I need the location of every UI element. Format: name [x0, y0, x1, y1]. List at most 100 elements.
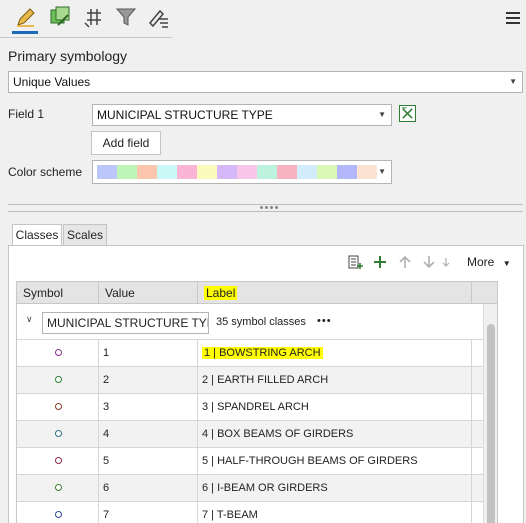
- symbol-classes-table: Symbol Value Label ∨ MUNICIPAL STRUCTURE…: [16, 281, 498, 523]
- color-scheme-dropdown[interactable]: ▼: [92, 160, 392, 184]
- renderer-dropdown[interactable]: Unique Values ▼: [8, 71, 523, 93]
- label-cell[interactable]: 4 | BOX BEAMS OF GIRDERS: [198, 421, 472, 447]
- column-header-label-text: Label: [204, 286, 238, 300]
- tab-classes[interactable]: Classes: [12, 224, 62, 246]
- scrollbar-thumb[interactable]: [487, 324, 495, 523]
- group-heading-field[interactable]: MUNICIPAL STRUCTURE TYPE: [42, 312, 209, 334]
- tab-scales[interactable]: Scales: [63, 224, 107, 246]
- color-swatch: [357, 165, 377, 179]
- field1-value: MUNICIPAL STRUCTURE TYPE: [97, 108, 273, 122]
- label-text: 3 | SPANDREL ARCH: [202, 401, 309, 413]
- point-symbol-icon[interactable]: [55, 349, 62, 356]
- point-symbol-icon[interactable]: [55, 403, 62, 410]
- add-value-icon[interactable]: [371, 253, 389, 271]
- color-swatch: [257, 165, 277, 179]
- column-header-label[interactable]: Label: [198, 282, 472, 304]
- label-text: 1 | BOWSTRING ARCH: [202, 347, 323, 359]
- value-cell: 7: [99, 502, 198, 523]
- label-cell[interactable]: 2 | EARTH FILLED ARCH: [198, 367, 472, 393]
- primary-symbology-icon[interactable]: [12, 3, 40, 31]
- renderer-value: Unique Values: [13, 75, 91, 89]
- value-cell: 1: [99, 340, 198, 366]
- chevron-down-icon: ▼: [378, 167, 386, 176]
- chevron-down-icon: ▼: [378, 110, 386, 119]
- table-row[interactable]: 7 7 | T-BEAM: [17, 502, 497, 523]
- color-swatch: [237, 165, 257, 179]
- color-swatch: [317, 165, 337, 179]
- label-cell[interactable]: 5 | HALF-THROUGH BEAMS OF GIRDERS: [198, 448, 472, 474]
- table-row[interactable]: 6 6 | I-BEAM OR GIRDERS: [17, 475, 497, 502]
- hamburger-menu-icon[interactable]: [506, 12, 520, 24]
- symbol-cell[interactable]: [17, 502, 99, 523]
- field1-dropdown[interactable]: MUNICIPAL STRUCTURE TYPE ▼: [92, 104, 392, 126]
- table-row[interactable]: 3 3 | SPANDREL ARCH: [17, 394, 497, 421]
- add-field-button[interactable]: Add field: [91, 131, 161, 155]
- table-row[interactable]: 2 2 | EARTH FILLED ARCH: [17, 367, 497, 394]
- add-all-values-icon[interactable]: [346, 253, 364, 271]
- point-symbol-icon[interactable]: [55, 430, 62, 437]
- table-row[interactable]: 4 4 | BOX BEAMS OF GIRDERS: [17, 421, 497, 448]
- move-up-icon[interactable]: [396, 253, 414, 271]
- symbol-cell[interactable]: [17, 340, 99, 366]
- label-cell[interactable]: 1 | BOWSTRING ARCH: [198, 340, 472, 366]
- point-symbol-icon[interactable]: [55, 376, 62, 383]
- label-cell[interactable]: 7 | T-BEAM: [198, 502, 472, 523]
- value-cell: 3: [99, 394, 198, 420]
- reverse-order-icon[interactable]: [440, 253, 452, 271]
- secondary-symbology-icon[interactable]: [46, 3, 74, 31]
- color-scheme-label: Color scheme: [8, 165, 83, 179]
- label-class-icon[interactable]: [144, 3, 172, 31]
- label-cell[interactable]: 3 | SPANDREL ARCH: [198, 394, 472, 420]
- more-options-icon[interactable]: •••: [317, 315, 332, 327]
- color-swatch: [157, 165, 177, 179]
- symbol-cell[interactable]: [17, 367, 99, 393]
- color-swatch: [337, 165, 357, 179]
- table-row[interactable]: 1 1 | BOWSTRING ARCH: [17, 340, 497, 367]
- color-swatch: [177, 165, 197, 179]
- more-label: More: [467, 255, 495, 269]
- expression-icon[interactable]: [399, 105, 416, 122]
- color-swatch: [217, 165, 237, 179]
- field1-label: Field 1: [8, 107, 45, 121]
- value-cell: 5: [99, 448, 198, 474]
- symbol-cell[interactable]: [17, 394, 99, 420]
- chevron-down-icon: ▼: [509, 77, 517, 86]
- symbol-cell[interactable]: [17, 448, 99, 474]
- active-tab-indicator: [12, 31, 38, 34]
- toolbar-divider: [0, 37, 172, 38]
- group-row: ∨ MUNICIPAL STRUCTURE TYPE 35 symbol cla…: [17, 304, 497, 340]
- color-swatch: [197, 165, 217, 179]
- more-menu-button[interactable]: More ▼: [467, 255, 511, 269]
- label-text: 7 | T-BEAM: [202, 509, 258, 521]
- splitter-grip-icon[interactable]: [260, 206, 278, 210]
- symbol-cell[interactable]: [17, 475, 99, 501]
- label-cell[interactable]: 6 | I-BEAM OR GIRDERS: [198, 475, 472, 501]
- vertical-scrollbar[interactable]: [483, 304, 497, 523]
- point-symbol-icon[interactable]: [55, 511, 62, 518]
- color-swatch: [117, 165, 137, 179]
- point-symbol-icon[interactable]: [55, 457, 62, 464]
- column-header-value[interactable]: Value: [99, 282, 198, 304]
- label-text: 2 | EARTH FILLED ARCH: [202, 374, 329, 386]
- column-header-symbol[interactable]: Symbol: [17, 282, 99, 304]
- table-row[interactable]: 5 5 | HALF-THROUGH BEAMS OF GIRDERS: [17, 448, 497, 475]
- value-cell: 2: [99, 367, 198, 393]
- symbology-toolbar: [0, 0, 526, 38]
- color-swatch: [97, 165, 117, 179]
- column-header-extra: [472, 282, 497, 304]
- vary-symbology-icon[interactable]: [80, 3, 108, 31]
- value-cell: 4: [99, 421, 198, 447]
- color-swatch: [297, 165, 317, 179]
- color-swatch: [277, 165, 297, 179]
- chevron-down-icon[interactable]: ∨: [26, 314, 33, 325]
- color-swatch: [137, 165, 157, 179]
- filter-icon[interactable]: [112, 3, 140, 31]
- move-down-icon[interactable]: [420, 253, 438, 271]
- symbol-cell[interactable]: [17, 421, 99, 447]
- primary-symbology-heading: Primary symbology: [8, 48, 128, 64]
- point-symbol-icon[interactable]: [55, 484, 62, 491]
- label-text: 6 | I-BEAM OR GIRDERS: [202, 482, 328, 494]
- value-cell: 6: [99, 475, 198, 501]
- group-count: 35 symbol classes: [216, 316, 306, 328]
- color-scheme-preview: [97, 165, 377, 179]
